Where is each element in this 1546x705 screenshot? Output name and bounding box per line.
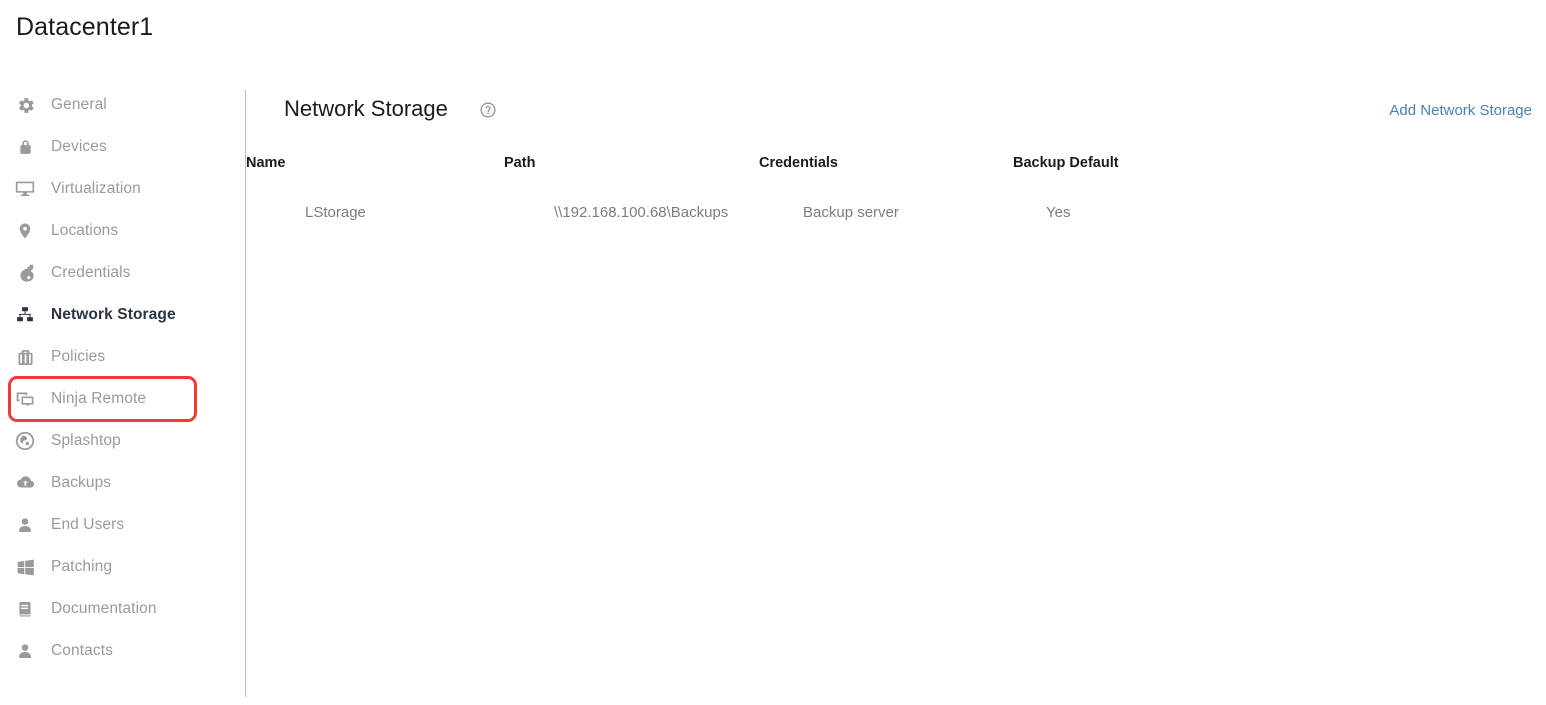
- sidebar-item-label: Documentation: [51, 600, 157, 617]
- sidebar-item-credentials[interactable]: Credentials: [0, 252, 245, 294]
- sidebar-item-label: Ninja Remote: [51, 390, 147, 407]
- sidebar-item-label: End Users: [51, 516, 125, 533]
- sidebar-item-splashtop[interactable]: Splashtop: [0, 420, 245, 462]
- column-header-name[interactable]: Name: [246, 140, 504, 186]
- sidebar-item-label: Network Storage: [51, 306, 176, 323]
- column-header-path[interactable]: Path: [504, 140, 759, 186]
- monitor-icon: [12, 176, 38, 202]
- sidebar-item-contacts[interactable]: Contacts: [0, 630, 245, 672]
- sidebar-item-locations[interactable]: Locations: [0, 210, 245, 252]
- sidebar-item-label: Locations: [51, 222, 119, 239]
- book-icon: [12, 596, 38, 622]
- column-header-spacer: [1313, 140, 1546, 186]
- sidebar-item-label: Devices: [51, 138, 107, 155]
- section-title: Network Storage: [284, 96, 448, 121]
- table-body: LStorage \\192.168.100.68\Backups Backup…: [246, 186, 1546, 238]
- content-header: Network Storage Add Network Storage: [246, 84, 1546, 140]
- briefcase-icon: [12, 344, 38, 370]
- table-row[interactable]: LStorage \\192.168.100.68\Backups Backup…: [246, 186, 1546, 238]
- sidebar-item-label: Contacts: [51, 642, 113, 659]
- sidebar-item-policies[interactable]: Policies: [0, 336, 245, 378]
- cell-backup-default: Yes: [1046, 203, 1071, 221]
- sidebar-item-backups[interactable]: Backups: [0, 462, 245, 504]
- network-storage-table: Name Path Credentials Backup Default LSt…: [246, 140, 1546, 238]
- question-circle-icon[interactable]: [479, 101, 497, 119]
- sidebar-item-devices[interactable]: Devices: [0, 126, 245, 168]
- user-icon: [12, 512, 38, 538]
- page-title: Datacenter1: [16, 13, 154, 41]
- user-icon: [12, 638, 38, 664]
- sidebar-item-label: Credentials: [51, 264, 131, 281]
- gear-icon: [12, 92, 38, 118]
- splashtop-logo-icon: [12, 428, 38, 454]
- table-header: Name Path Credentials Backup Default: [246, 140, 1546, 186]
- sitemap-icon: [12, 302, 38, 328]
- key-icon: [12, 260, 38, 286]
- dual-monitor-icon: [12, 386, 38, 412]
- sidebar-item-end-users[interactable]: End Users: [0, 504, 245, 546]
- sidebar-item-label: Backups: [51, 474, 112, 491]
- table-header-row: Name Path Credentials Backup Default: [246, 140, 1546, 186]
- sidebar-item-documentation[interactable]: Documentation: [0, 588, 245, 630]
- sidebar-item-patching[interactable]: Patching: [0, 546, 245, 588]
- add-network-storage-link[interactable]: Add Network Storage: [1389, 102, 1532, 119]
- cell-credentials: Backup server: [803, 203, 899, 221]
- main-content: Network Storage Add Network Storage Name…: [246, 84, 1546, 705]
- sidebar-item-label: Splashtop: [51, 432, 121, 449]
- sidebar-item-general[interactable]: General: [0, 84, 245, 126]
- cell-name: LStorage: [305, 203, 366, 221]
- map-pin-icon: [12, 218, 38, 244]
- sidebar: General Devices Virtualization Locations…: [0, 84, 245, 698]
- column-header-credentials[interactable]: Credentials: [759, 140, 1013, 186]
- lock-icon: [12, 134, 38, 160]
- cell-path: \\192.168.100.68\Backups: [554, 203, 729, 221]
- column-header-backup-default[interactable]: Backup Default: [1013, 140, 1313, 186]
- sidebar-item-label: Policies: [51, 348, 106, 365]
- sidebar-item-ninja-remote[interactable]: Ninja Remote: [0, 378, 245, 420]
- windows-icon: [12, 554, 38, 580]
- sidebar-item-network-storage[interactable]: Network Storage: [0, 294, 245, 336]
- sidebar-item-label: Patching: [51, 558, 113, 575]
- cloud-upload-icon: [12, 470, 38, 496]
- sidebar-item-virtualization[interactable]: Virtualization: [0, 168, 245, 210]
- sidebar-item-label: General: [51, 96, 107, 113]
- sidebar-item-label: Virtualization: [51, 180, 141, 197]
- cell-spacer: [1313, 186, 1546, 238]
